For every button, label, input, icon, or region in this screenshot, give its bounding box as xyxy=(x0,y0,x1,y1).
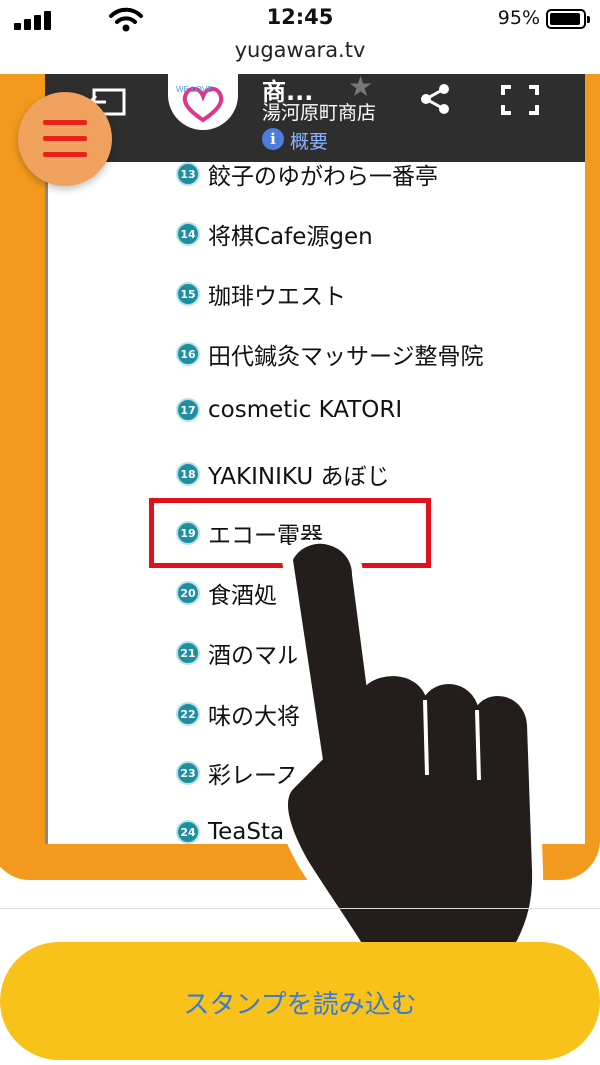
logo-text: WE LOVE xyxy=(176,85,212,94)
stamp-read-button-label[interactable]: スタンプを読み込む xyxy=(0,984,600,1021)
map-subtitle: 湯河原町商店 xyxy=(262,102,377,124)
info-icon[interactable]: i xyxy=(262,128,284,150)
list-item[interactable]: 16 田代鍼灸マッサージ整骨院 xyxy=(176,334,484,374)
item-number-badge: 14 xyxy=(176,222,200,246)
battery-percentage: 95% xyxy=(497,7,540,29)
item-number-badge: 21 xyxy=(176,641,200,665)
item-label: 将棋Cafe源gen xyxy=(208,224,373,250)
list-item[interactable]: 14 将棋Cafe源gen xyxy=(176,214,373,254)
item-number-badge: 24 xyxy=(176,820,200,844)
item-label: 餃子のゆがわら一番亭 xyxy=(208,164,438,190)
item-number-badge: 13 xyxy=(176,162,200,186)
item-number-badge: 18 xyxy=(176,462,200,486)
item-number-badge: 20 xyxy=(176,581,200,605)
status-bar: 12:45 95% xyxy=(0,0,600,36)
hamburger-menu-icon[interactable] xyxy=(18,92,112,186)
item-number-badge: 23 xyxy=(176,761,200,785)
item-label: YAKINIKU あぼじ xyxy=(208,464,390,490)
list-item[interactable]: 15 珈琲ウエスト xyxy=(176,274,346,314)
item-number-badge: 17 xyxy=(176,398,200,422)
info-link[interactable]: 概要 xyxy=(290,127,328,154)
item-label: 珈琲ウエスト xyxy=(208,284,346,310)
item-label: cosmetic KATORI xyxy=(208,397,403,423)
pointing-hand-icon xyxy=(277,540,544,985)
list-item[interactable]: 18 YAKINIKU あぼじ xyxy=(176,454,389,494)
browser-url[interactable]: yugawara.tv xyxy=(0,38,600,62)
item-number-badge: 22 xyxy=(176,702,200,726)
share-icon[interactable] xyxy=(418,82,452,116)
item-number-badge: 15 xyxy=(176,282,200,306)
list-item[interactable]: 17 cosmetic KATORI xyxy=(176,390,402,430)
fullscreen-icon[interactable] xyxy=(500,84,540,116)
divider xyxy=(0,908,600,909)
list-item[interactable]: 13 餃子のゆがわら一番亭 xyxy=(176,154,438,194)
item-label: 田代鍼灸マッサージ整骨院 xyxy=(208,344,484,370)
battery-icon xyxy=(546,9,590,29)
item-number-badge: 16 xyxy=(176,342,200,366)
